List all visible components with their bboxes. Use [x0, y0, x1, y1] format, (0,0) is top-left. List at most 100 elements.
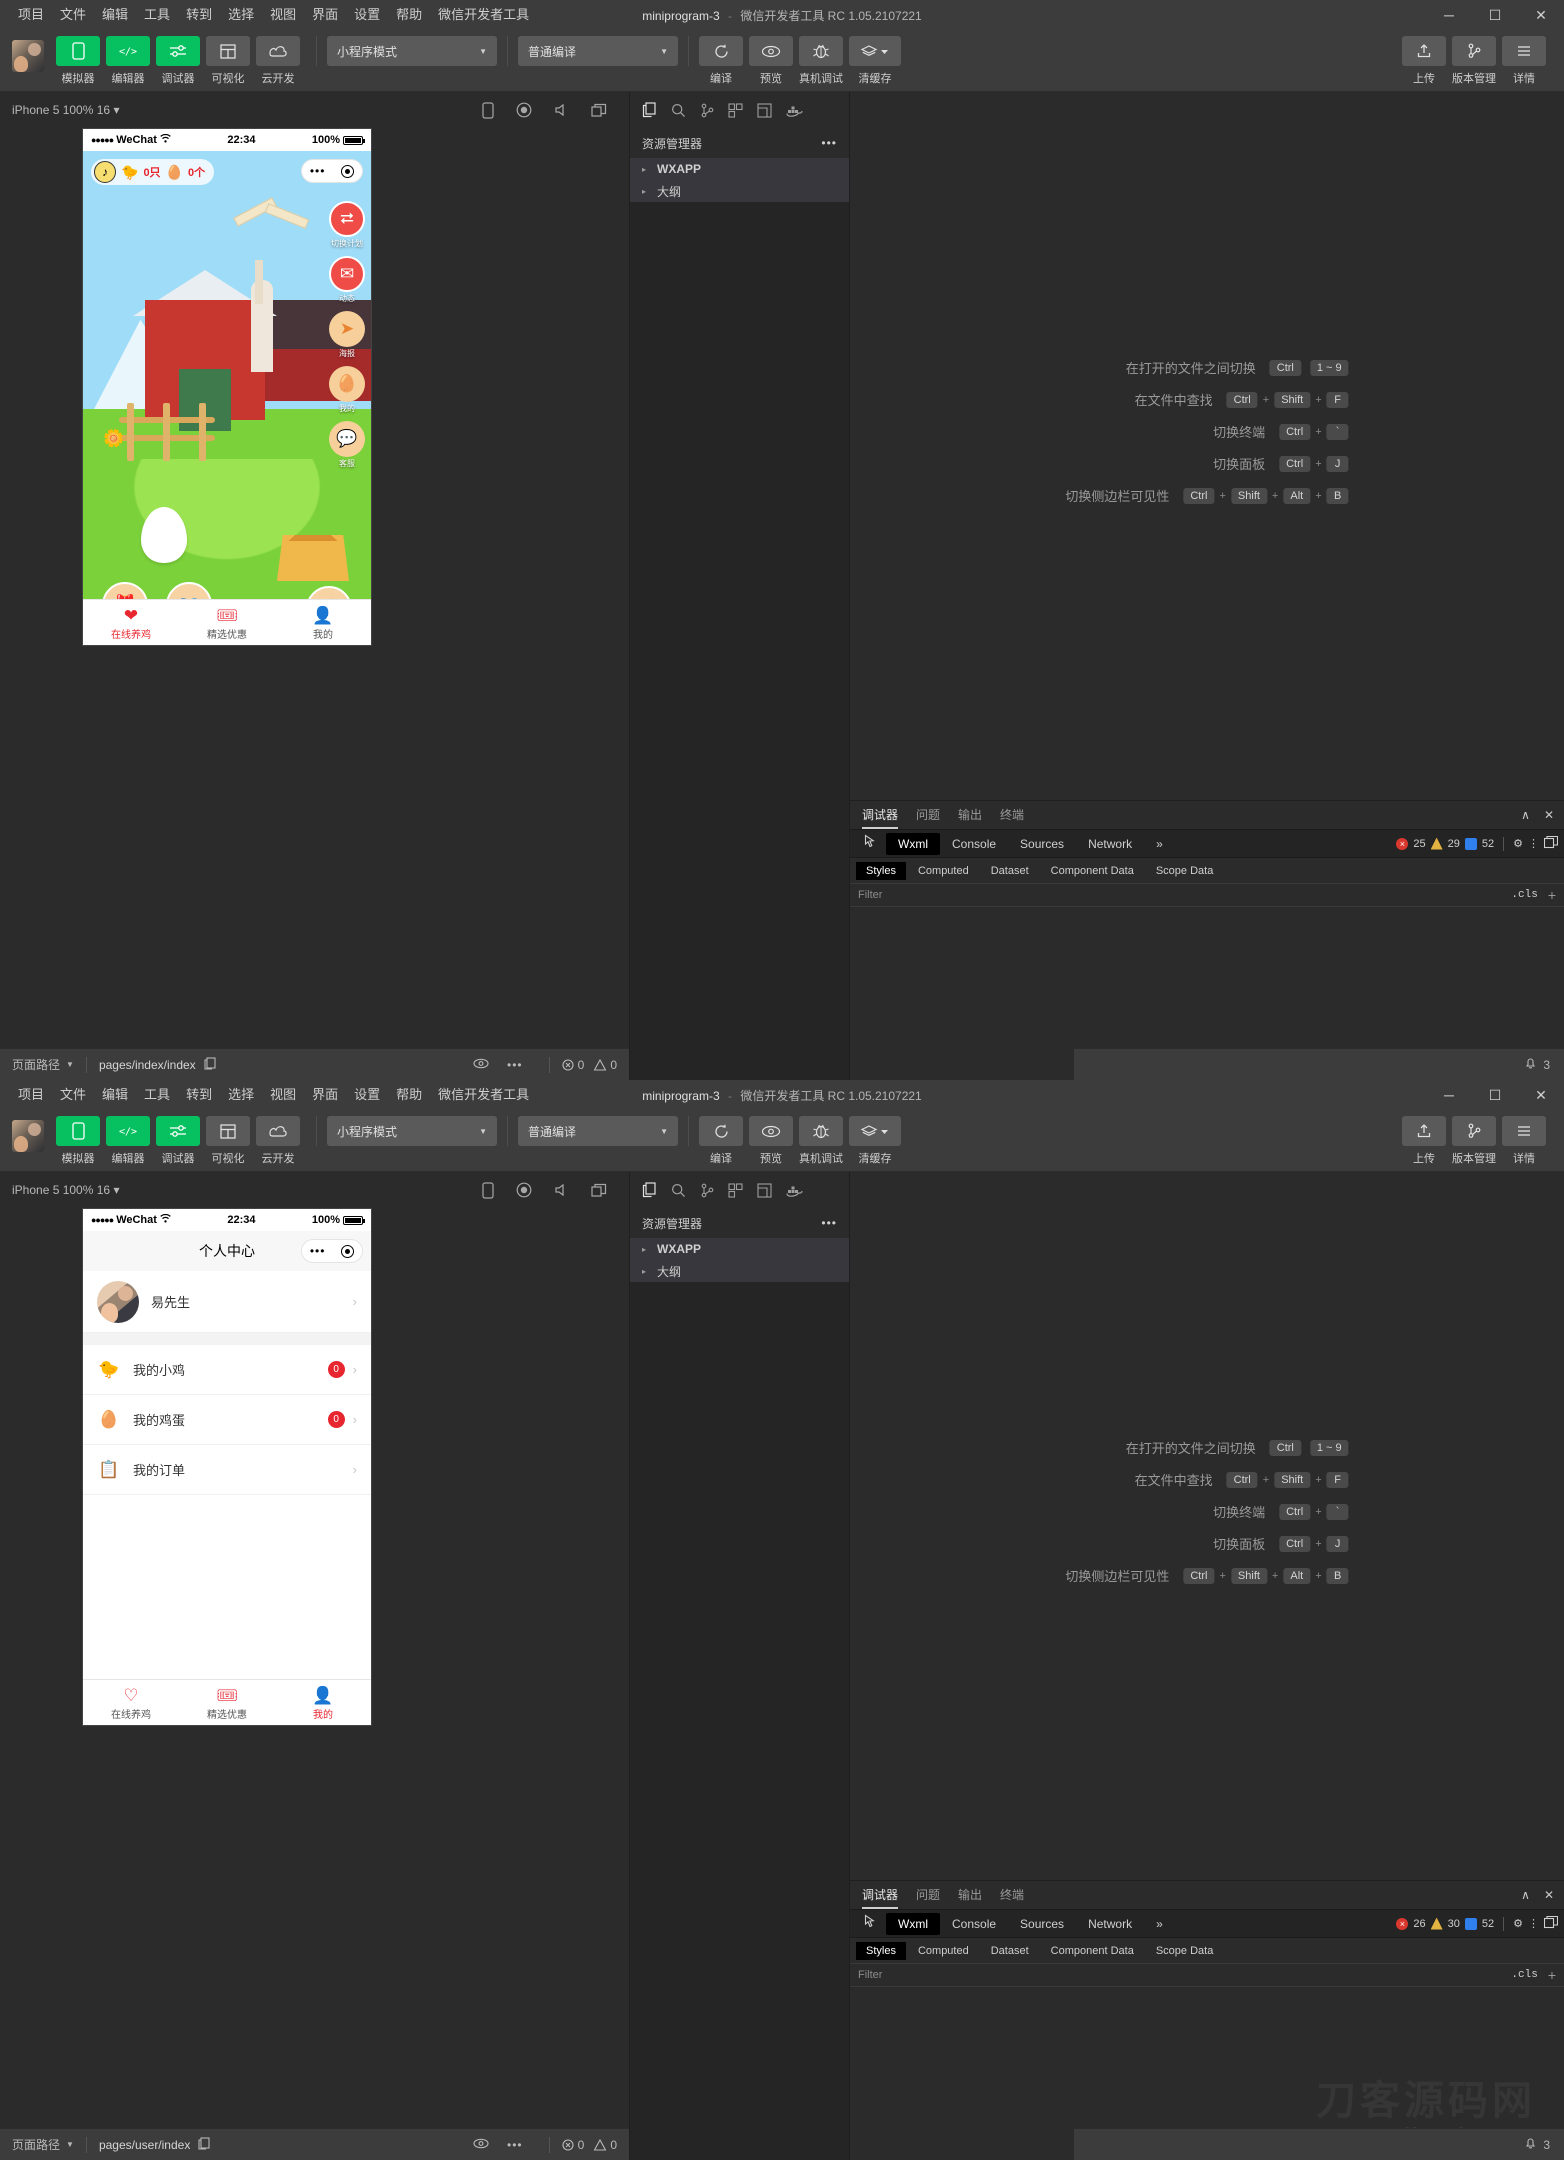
explorer-tree-item-wxapp[interactable]: ▸ WXAPP: [630, 1238, 849, 1260]
eye-icon[interactable]: [473, 2138, 489, 2152]
menu-item-devtools[interactable]: 微信开发者工具: [430, 1080, 537, 1110]
docker-icon[interactable]: [786, 104, 803, 117]
devtools-tab-wxml[interactable]: Wxml: [886, 833, 940, 855]
maximize-button[interactable]: ☐: [1472, 0, 1518, 30]
page-path-selector[interactable]: 页面路径 ▼: [12, 1056, 74, 1073]
capsule-more-icon[interactable]: •••: [310, 1245, 326, 1257]
profile-row-chick[interactable]: 🐤 我的小鸡 0 ›: [83, 1345, 371, 1395]
filter-input[interactable]: Filter: [858, 889, 1511, 901]
panel-tab-problems[interactable]: 问题: [916, 801, 940, 829]
collapse-icon[interactable]: ∧: [1521, 1888, 1530, 1902]
devtools-tab-sources[interactable]: Sources: [1008, 833, 1076, 855]
panel-tab-terminal[interactable]: 终端: [1000, 1881, 1024, 1909]
toolbar-button-upload[interactable]: 上传: [1402, 36, 1446, 86]
eye-icon[interactable]: [473, 1058, 489, 1072]
toolbar-button-preview[interactable]: 预览: [749, 1116, 793, 1166]
volume-icon[interactable]: [554, 1183, 569, 1197]
toolbar-button-cloud[interactable]: 云开发: [256, 1116, 300, 1166]
device-selector[interactable]: iPhone 5 100% 16 ▾: [12, 103, 482, 117]
styles-tab-component-data[interactable]: Component Data: [1041, 862, 1144, 880]
menu-item-help[interactable]: 帮助: [388, 1080, 430, 1110]
mode-select[interactable]: 小程序模式 ▼: [327, 1116, 497, 1146]
menu-item-interface[interactable]: 界面: [304, 1080, 346, 1110]
target-icon[interactable]: [341, 1245, 354, 1258]
compile-select[interactable]: 普通编译 ▼: [518, 36, 678, 66]
status-error-count[interactable]: 0: [562, 1058, 585, 1072]
explorer-tree-item-outline[interactable]: ▸ 大纲: [630, 1260, 849, 1282]
panel-tab-output[interactable]: 输出: [958, 801, 982, 829]
device-selector[interactable]: iPhone 5 100% 16 ▾: [12, 1183, 482, 1197]
styles-tab-styles[interactable]: Styles: [856, 862, 906, 880]
toolbar-button-preview[interactable]: 预览: [749, 36, 793, 86]
farm-side-button-news[interactable]: ✉: [329, 256, 365, 292]
cls-button[interactable]: .cls: [1511, 1969, 1537, 1981]
extensions-icon[interactable]: [728, 1183, 743, 1198]
menu-item-devtools[interactable]: 微信开发者工具: [430, 0, 537, 30]
toolbar-button-clear-cache[interactable]: 清缓存: [849, 1116, 901, 1166]
close-icon[interactable]: ✕: [1544, 808, 1554, 822]
phone-rotate-icon[interactable]: [482, 1182, 494, 1199]
devtools-tab-overflow[interactable]: »: [1144, 1913, 1175, 1935]
menu-item-edit[interactable]: 编辑: [94, 1080, 136, 1110]
minimize-button[interactable]: ─: [1426, 0, 1472, 30]
devtools-tab-network[interactable]: Network: [1076, 1913, 1144, 1935]
music-note-icon[interactable]: ♪: [94, 161, 116, 183]
collapse-icon[interactable]: ∧: [1521, 808, 1530, 822]
menu-item-edit[interactable]: 编辑: [94, 0, 136, 30]
files-icon[interactable]: [642, 102, 657, 118]
record-icon[interactable]: [516, 1182, 532, 1198]
menu-item-project[interactable]: 项目: [10, 1080, 52, 1110]
phone-rotate-icon[interactable]: [482, 102, 494, 119]
element-picker-icon[interactable]: [856, 1914, 886, 1933]
styles-tab-scope-data[interactable]: Scope Data: [1146, 862, 1223, 880]
avatar[interactable]: [12, 40, 44, 72]
toolbar-button-real-debug[interactable]: 真机调试: [799, 36, 843, 86]
toolbar-button-editor[interactable]: </> 编辑器: [106, 1116, 150, 1166]
toolbar-button-visual[interactable]: 可视化: [206, 36, 250, 86]
styles-tab-computed[interactable]: Computed: [908, 862, 979, 880]
close-icon[interactable]: ✕: [1544, 1888, 1554, 1902]
farm-side-button-service[interactable]: 💬: [329, 421, 365, 457]
explorer-more-icon[interactable]: •••: [821, 1216, 837, 1230]
toolbar-button-real-debug[interactable]: 真机调试: [799, 1116, 843, 1166]
explorer-more-icon[interactable]: •••: [821, 136, 837, 150]
tab-deals[interactable]: 🎟 精选优惠: [179, 600, 275, 646]
tab-online-farm[interactable]: ♡ 在线养鸡: [83, 1680, 179, 1726]
toolbar-button-debugger[interactable]: 调试器: [156, 1116, 200, 1166]
status-more-icon[interactable]: •••: [507, 2138, 523, 2152]
toolbar-button-simulator[interactable]: 模拟器: [56, 1116, 100, 1166]
docker-icon[interactable]: [786, 1184, 803, 1197]
status-warning-count[interactable]: 0: [594, 2138, 617, 2152]
styles-tab-dataset[interactable]: Dataset: [981, 1942, 1039, 1960]
volume-icon[interactable]: [554, 103, 569, 117]
status-error-count[interactable]: 0: [562, 2138, 585, 2152]
dock-icon[interactable]: [1544, 1916, 1558, 1932]
menu-item-interface[interactable]: 界面: [304, 0, 346, 30]
profile-user-row[interactable]: 易先生 ›: [83, 1271, 371, 1333]
minimize-button[interactable]: ─: [1426, 1080, 1472, 1110]
menu-item-goto[interactable]: 转到: [178, 1080, 220, 1110]
devtools-tab-network[interactable]: Network: [1076, 833, 1144, 855]
add-rule-button[interactable]: +: [1548, 887, 1556, 903]
close-button[interactable]: ✕: [1518, 1080, 1564, 1110]
styles-tab-component-data[interactable]: Component Data: [1041, 1942, 1144, 1960]
toolbar-button-details[interactable]: 详情: [1502, 1116, 1546, 1166]
tab-deals[interactable]: 🎟 精选优惠: [179, 1680, 275, 1726]
extensions-icon[interactable]: [728, 103, 743, 118]
devtools-tab-wxml[interactable]: Wxml: [886, 1913, 940, 1935]
copy-icon[interactable]: [204, 1057, 216, 1073]
menu-item-file[interactable]: 文件: [52, 1080, 94, 1110]
farm-side-button-poster[interactable]: ➤: [329, 311, 365, 347]
bell-icon[interactable]: [1524, 1056, 1537, 1073]
farm-side-button-mine[interactable]: 🥚: [329, 366, 365, 402]
menu-item-tools[interactable]: 工具: [136, 1080, 178, 1110]
element-picker-icon[interactable]: [856, 834, 886, 853]
profile-row-orders[interactable]: 📋 我的订单 ›: [83, 1445, 371, 1495]
editor-pane[interactable]: 在打开的文件之间切换 Ctrl 1 ~ 9 在文件中查找 Ctrl + Shif…: [850, 92, 1564, 800]
toolbar-button-debugger[interactable]: 调试器: [156, 36, 200, 86]
close-button[interactable]: ✕: [1518, 0, 1564, 30]
record-icon[interactable]: [516, 102, 532, 118]
styles-tab-styles[interactable]: Styles: [856, 1942, 906, 1960]
menu-item-goto[interactable]: 转到: [178, 0, 220, 30]
menu-item-settings[interactable]: 设置: [346, 1080, 388, 1110]
